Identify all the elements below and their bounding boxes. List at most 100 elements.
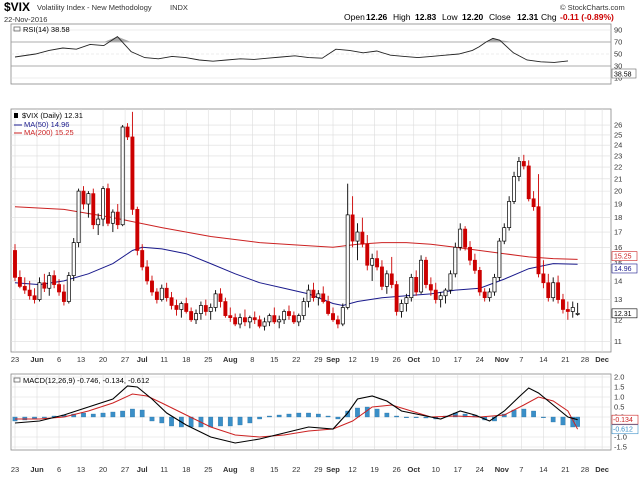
candle-body — [169, 297, 174, 306]
candle-body — [125, 126, 130, 138]
candle-body — [561, 299, 565, 310]
price-tick-label: 17 — [614, 228, 622, 237]
candle-body — [91, 193, 96, 226]
macd-histogram-bar — [550, 416, 556, 423]
candle-body — [306, 289, 311, 302]
candle-body — [394, 284, 399, 312]
macd-histogram-bar — [267, 415, 272, 418]
candle-body — [262, 321, 267, 327]
price-x-tick-label: 20 — [99, 355, 107, 364]
high-label: High — [393, 12, 411, 22]
rsi-value-label: 38.58 — [614, 72, 632, 79]
candle-body — [277, 319, 282, 323]
price-x-tick-label: 24 — [476, 355, 484, 364]
candle-body — [360, 231, 365, 245]
candle-body — [311, 289, 316, 299]
candle-body — [17, 277, 22, 287]
candle-body — [458, 228, 463, 248]
candle-body — [233, 317, 238, 325]
candle-body — [482, 291, 487, 299]
macd-histogram-bar — [159, 416, 165, 424]
candle-body — [145, 266, 150, 282]
candle-body — [404, 297, 409, 304]
macd-x-tick-label: Jun — [30, 465, 44, 474]
macd-tick-label: 1.0 — [614, 393, 624, 402]
candle-body — [512, 176, 516, 202]
price-x-tick-label: 18 — [182, 355, 190, 364]
ma200-legend-text: MA(200) 15.25 — [24, 128, 74, 137]
candle-body — [375, 258, 379, 268]
macd-x-tick-label: 20 — [99, 465, 107, 474]
macd-histogram-bar — [541, 416, 546, 418]
exchange-label: INDX — [170, 3, 188, 12]
price-x-tick-label: 15 — [270, 355, 278, 364]
candle-body — [52, 275, 57, 285]
candle-body — [438, 295, 443, 300]
candle-body — [198, 305, 203, 314]
macd-x-tick-label: 8 — [250, 465, 254, 474]
macd-x-tick-label: Aug — [223, 465, 238, 474]
macd-histogram-bar — [130, 408, 135, 418]
macd-value-tags: -0.134 -0.612 — [611, 414, 639, 435]
macd-x-tick-label: 29 — [314, 465, 322, 474]
macd-histogram-bar — [315, 413, 321, 418]
candle-body — [389, 273, 394, 285]
price-tick-label: 20 — [614, 187, 622, 196]
candle-body — [208, 307, 213, 312]
candle-body — [536, 206, 541, 275]
price-tick-label: 23 — [614, 151, 622, 160]
candle-body — [340, 307, 345, 325]
macd-tick-label: 1.5 — [614, 383, 624, 392]
candle-body — [282, 311, 287, 321]
candle-body — [497, 240, 502, 278]
candle-body — [247, 317, 252, 323]
macd-histogram-bar — [100, 412, 106, 418]
candle-body — [179, 303, 184, 310]
macd-histogram-bar — [90, 413, 96, 418]
candle-body — [223, 301, 228, 316]
price-x-tick-label: Nov — [495, 355, 510, 364]
price-x-tick-label: 21 — [561, 355, 569, 364]
high-value: 12.83 — [415, 12, 437, 22]
candle-body — [130, 136, 135, 210]
candle-body — [570, 307, 575, 312]
macd-x-tick-label: 27 — [121, 465, 129, 474]
price-x-tick-label: 22 — [292, 355, 300, 364]
candle-body — [365, 243, 370, 266]
candle-body — [96, 218, 101, 226]
candle-body — [370, 258, 375, 266]
candle-body — [546, 282, 551, 299]
candle-body — [345, 214, 350, 308]
candle-body — [419, 259, 424, 293]
macd-legend: MACD(12,26,9) -0.746, -0.134, -0.612 — [13, 376, 149, 385]
price-tick-label: 11 — [614, 337, 622, 346]
candle-body — [355, 231, 360, 242]
chart-date: 22-Nov-2016 — [4, 15, 47, 24]
price-x-tick-label: 7 — [519, 355, 523, 364]
candle-body — [575, 312, 580, 315]
macd-histogram-bar — [374, 408, 380, 418]
candle-body — [541, 273, 546, 284]
price-x-tick-label: 26 — [392, 355, 400, 364]
candle-body — [71, 242, 76, 276]
brand-label: © StockCharts.com — [560, 3, 625, 12]
candle-body — [521, 161, 526, 167]
price-x-tick-label: Oct — [407, 355, 420, 364]
macd-legend-text: MACD(12,26,9) -0.746, -0.134, -0.612 — [23, 376, 149, 385]
candle-body — [350, 214, 355, 242]
macd-tick-label: -1.5 — [614, 443, 627, 452]
price-tick-label: 13 — [614, 295, 622, 304]
candle-body — [57, 284, 61, 293]
macd-histogram-bar — [404, 416, 409, 418]
macd-x-tick-label: 26 — [392, 465, 400, 474]
candle-body — [526, 165, 531, 200]
open-value: 12.26 — [366, 12, 388, 22]
symbol-label: $VIX — [4, 0, 30, 14]
macd-histogram-bar — [325, 415, 331, 418]
macd-histogram-bar — [208, 416, 214, 428]
candle-body — [502, 227, 507, 242]
macd-histogram-bar — [139, 409, 145, 418]
candle-body — [164, 287, 169, 299]
macd-histogram-bar — [306, 412, 311, 418]
macd-x-tick-label: 24 — [476, 465, 484, 474]
